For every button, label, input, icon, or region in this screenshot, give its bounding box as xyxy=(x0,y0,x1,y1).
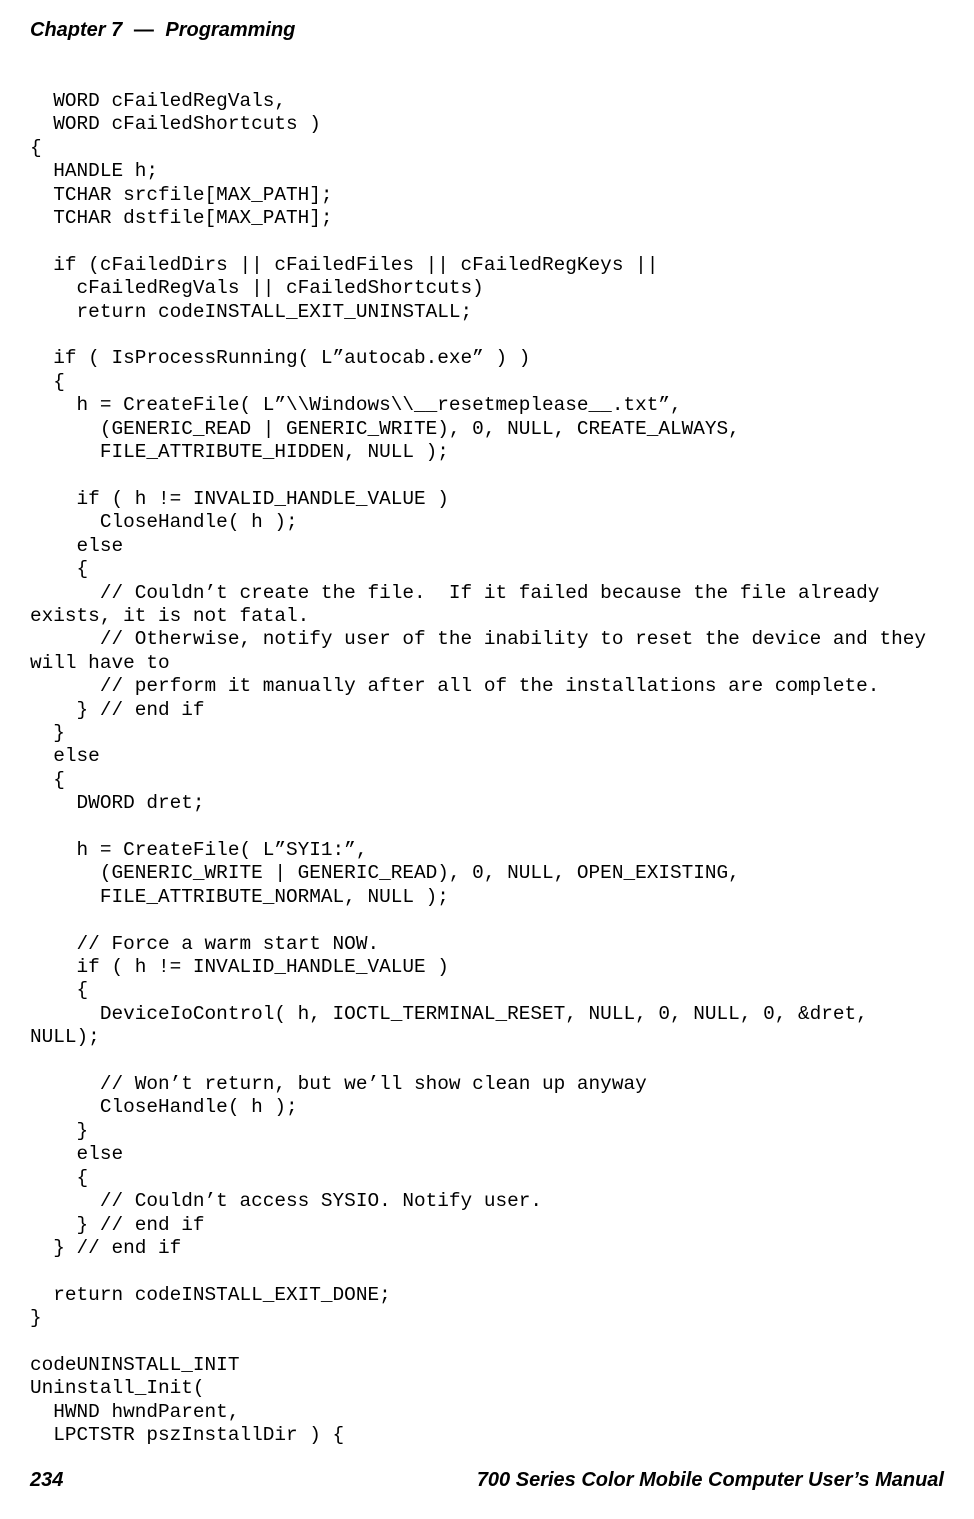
chapter-title: Programming xyxy=(165,19,295,41)
page: Chapter 7 — Programming WORD cFailedRegV… xyxy=(0,0,974,1519)
code-block: WORD cFailedRegVals, WORD cFailedShortcu… xyxy=(30,90,964,1448)
page-number: 234 xyxy=(30,1468,63,1493)
running-head: Chapter 7 — Programming xyxy=(30,18,944,43)
footer: 234 700 Series Color Mobile Computer Use… xyxy=(30,1468,944,1493)
chapter-label: Chapter 7 xyxy=(30,19,122,41)
manual-title: 700 Series Color Mobile Computer User’s … xyxy=(477,1468,944,1493)
dash: — xyxy=(128,19,160,41)
